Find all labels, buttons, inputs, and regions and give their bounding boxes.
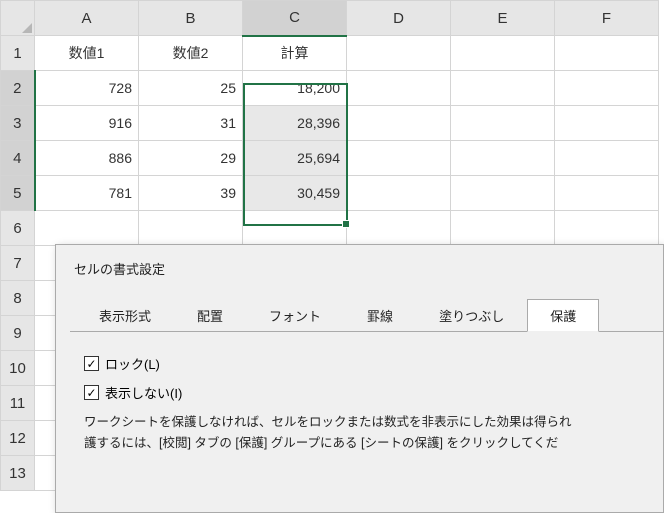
cell-F4[interactable] [555,141,659,176]
cell-F2[interactable] [555,71,659,106]
row-header-8[interactable]: 8 [1,281,35,316]
select-all-corner[interactable] [1,1,35,36]
cell-E5[interactable] [451,176,555,211]
hide-checkbox-row[interactable]: ✓ 表示しない(I) [84,383,653,402]
cell-A2[interactable]: 728 [35,71,139,106]
cell-D1[interactable] [347,36,451,71]
col-header-E[interactable]: E [451,1,555,36]
row-header-7[interactable]: 7 [1,246,35,281]
dialog-title: セルの書式設定 [70,259,663,278]
row-header-5[interactable]: 5 [1,176,35,211]
cell-B2[interactable]: 25 [139,71,243,106]
check-icon: ✓ [84,385,99,400]
cell-D5[interactable] [347,176,451,211]
cell-A3[interactable]: 916 [35,106,139,141]
cell-A4[interactable]: 886 [35,141,139,176]
cell-B4[interactable]: 29 [139,141,243,176]
protection-pane: ✓ ロック(L) ✓ 表示しない(I) ワークシートを保護しなければ、セルをロッ… [70,332,663,465]
lock-checkbox-row[interactable]: ✓ ロック(L) [84,354,653,373]
cell-D4[interactable] [347,141,451,176]
col-header-F[interactable]: F [555,1,659,36]
row-header-12[interactable]: 12 [1,421,35,456]
lock-label: ロック(L) [105,354,160,373]
cell-A5[interactable]: 781 [35,176,139,211]
col-header-A[interactable]: A [35,1,139,36]
cell-C4[interactable]: 25,694 [243,141,347,176]
row-header-10[interactable]: 10 [1,351,35,386]
cell-D3[interactable] [347,106,451,141]
dialog-tabs: 表示形式 配置 フォント 罫線 塗りつぶし 保護 [70,298,663,332]
row-header-1[interactable]: 1 [1,36,35,71]
format-cells-dialog: セルの書式設定 表示形式 配置 フォント 罫線 塗りつぶし 保護 ✓ ロック(L… [55,244,664,513]
col-header-D[interactable]: D [347,1,451,36]
row-header-3[interactable]: 3 [1,106,35,141]
row-header-9[interactable]: 9 [1,316,35,351]
cell-F3[interactable] [555,106,659,141]
tab-fill[interactable]: 塗りつぶし [416,299,527,332]
protection-note: ワークシートを保護しなければ、セルをロックまたは数式を非表示にした効果は得られ … [84,412,653,455]
cell-F1[interactable] [555,36,659,71]
tab-number-format[interactable]: 表示形式 [76,299,174,332]
cell-E2[interactable] [451,71,555,106]
col-header-B[interactable]: B [139,1,243,36]
cell-F5[interactable] [555,176,659,211]
tab-font[interactable]: フォント [246,299,344,332]
cell-A1[interactable]: 数値1 [35,36,139,71]
cell-B3[interactable]: 31 [139,106,243,141]
check-icon: ✓ [84,356,99,371]
cell-C3[interactable]: 28,396 [243,106,347,141]
cell-E1[interactable] [451,36,555,71]
cell-B1[interactable]: 数値2 [139,36,243,71]
cell-E3[interactable] [451,106,555,141]
col-header-C[interactable]: C [243,1,347,36]
cell-C5[interactable]: 30,459 [243,176,347,211]
tab-alignment[interactable]: 配置 [174,299,246,332]
cell-B5[interactable]: 39 [139,176,243,211]
tab-protection[interactable]: 保護 [527,299,599,332]
row-header-4[interactable]: 4 [1,141,35,176]
row-header-2[interactable]: 2 [1,71,35,106]
cell-C1[interactable]: 計算 [243,36,347,71]
row-header-13[interactable]: 13 [1,456,35,491]
row-header-11[interactable]: 11 [1,386,35,421]
hide-label: 表示しない(I) [105,383,182,402]
cell-C2[interactable]: 18,200 [243,71,347,106]
tab-border[interactable]: 罫線 [344,299,416,332]
cell-D2[interactable] [347,71,451,106]
row-header-6[interactable]: 6 [1,211,35,246]
cell-E4[interactable] [451,141,555,176]
